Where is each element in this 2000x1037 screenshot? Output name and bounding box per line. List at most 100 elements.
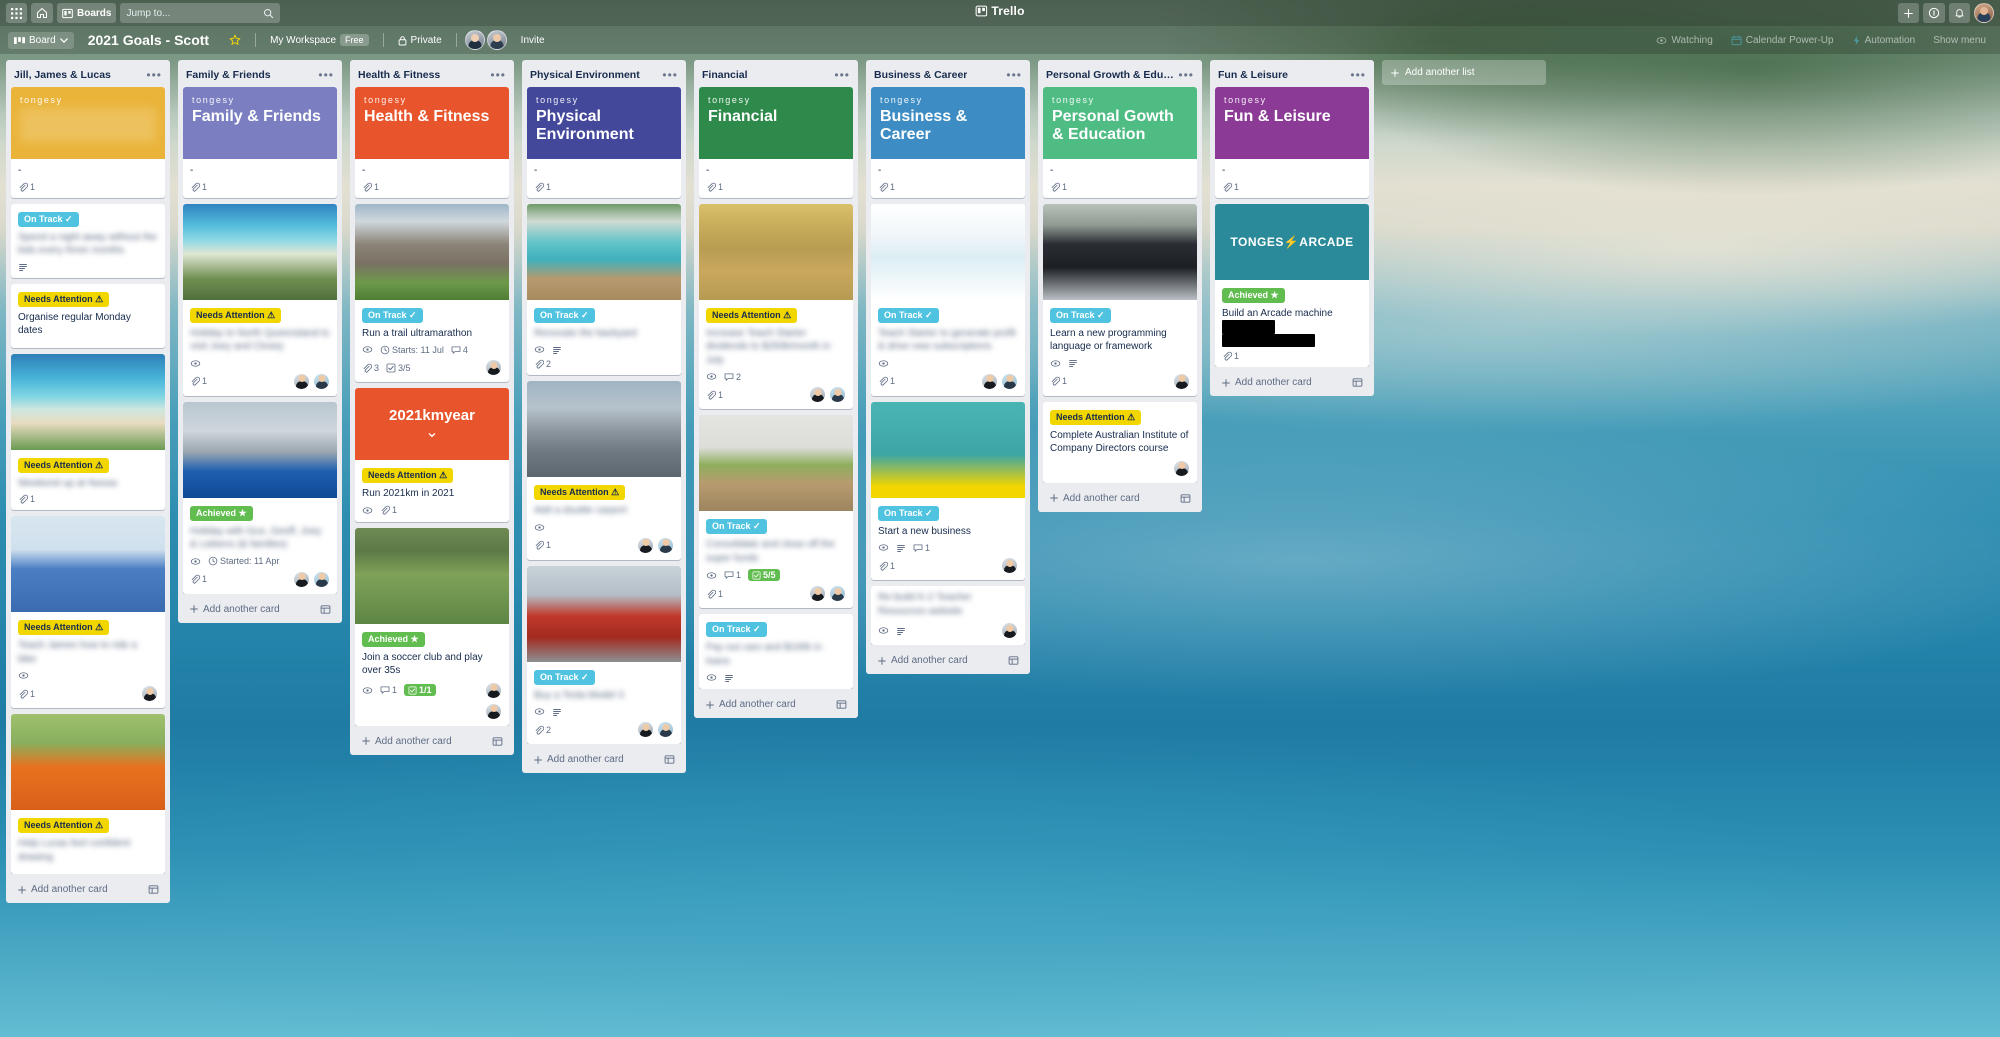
avatar[interactable]	[981, 372, 998, 390]
card[interactable]: Achieved ★ Holiday with Gus, Geoff, Joey …	[183, 401, 337, 594]
add-card-button[interactable]: Add another card	[1043, 487, 1197, 510]
avatar[interactable]	[313, 372, 330, 390]
apps-grid-icon[interactable]	[6, 3, 27, 23]
card[interactable]: tongesy Fun & Leisure -1	[1215, 87, 1369, 198]
card[interactable]: tongesy Family & Friends -1	[183, 87, 337, 198]
card[interactable]: Re-build K-2 Teacher Resources website	[871, 586, 1025, 645]
card[interactable]: Needs Attention ⚠ Help Lucas feel confide…	[11, 714, 165, 874]
card-label[interactable]: Achieved ★	[190, 505, 253, 521]
card-label[interactable]: Needs Attention ⚠	[18, 291, 110, 307]
avatar[interactable]	[829, 585, 846, 602]
card[interactable]: Needs Attention ⚠ Add a double carport 1	[527, 381, 681, 560]
card[interactable]: TONGES⚡ARCADE Achieved ★ Build an Arcade m…	[1215, 203, 1369, 367]
info-icon[interactable]	[1923, 3, 1945, 23]
list-menu-icon[interactable]: •••	[1178, 69, 1194, 81]
card-label[interactable]: Needs Attention ⚠	[18, 818, 110, 833]
workspace-button[interactable]: My Workspace Free	[264, 31, 374, 49]
card[interactable]: On Track ✓ Start a new business 1 1	[871, 401, 1025, 580]
list-menu-icon[interactable]: •••	[146, 69, 162, 81]
avatar[interactable]	[293, 372, 310, 390]
card[interactable]: On Track ✓ Consolidate and close off the …	[699, 415, 853, 608]
add-card-button[interactable]: Add another card	[699, 693, 853, 716]
card[interactable]: Needs Attention ⚠ Organise regular Monday…	[11, 283, 165, 348]
show-menu-button[interactable]: Show menu	[1927, 32, 1992, 49]
card[interactable]: Needs Attention ⚠ Holiday to North Queens…	[183, 203, 337, 396]
card[interactable]: 2021kmyear ⌄ Needs Attention ⚠ Run 2021km i…	[355, 388, 509, 522]
avatar[interactable]	[1173, 372, 1190, 390]
card[interactable]: tongesy -1	[11, 87, 165, 198]
visibility-button[interactable]: Private	[392, 32, 448, 49]
card[interactable]: On Track ✓ Renovate the backyard 2	[527, 203, 681, 375]
card[interactable]: tongesy Physical Environment -1	[527, 87, 681, 198]
avatar[interactable]	[1001, 557, 1018, 574]
card[interactable]: Achieved ★ Join a soccer club and play ov…	[355, 527, 509, 726]
card-label[interactable]: On Track ✓	[1050, 307, 1111, 323]
card-label[interactable]: On Track ✓	[534, 669, 595, 685]
watching-button[interactable]: Watching	[1650, 32, 1718, 49]
card-label[interactable]: Needs Attention ⚠	[706, 307, 798, 323]
card-label[interactable]: Needs Attention ⚠	[1050, 409, 1142, 425]
list-menu-icon[interactable]: •••	[1006, 69, 1022, 81]
star-icon[interactable]	[223, 31, 247, 49]
avatar[interactable]	[637, 721, 654, 738]
list-menu-icon[interactable]: •••	[318, 69, 334, 81]
card-label[interactable]: Achieved ★	[362, 631, 425, 647]
due-date-badge[interactable]: Starts: 11 Jul	[380, 345, 444, 355]
avatar[interactable]	[485, 681, 502, 699]
card[interactable]: tongesy Financial -1	[699, 87, 853, 198]
list-menu-icon[interactable]: •••	[834, 69, 850, 81]
card[interactable]: Needs Attention ⚠ Increase Teach Starter …	[699, 203, 853, 409]
card[interactable]: On Track ✓ Spend a night away without the…	[11, 203, 165, 278]
card[interactable]: On Track ✓ Learn a new programming langua…	[1043, 203, 1197, 396]
avatar[interactable]	[1001, 622, 1018, 639]
card[interactable]: On Track ✓ Pay out cars and $100k in loan…	[699, 614, 853, 689]
avatar[interactable]	[809, 386, 826, 403]
add-card-button[interactable]: Add another card	[355, 730, 509, 753]
search-input[interactable]: Jump to...	[120, 3, 281, 23]
avatar[interactable]	[829, 386, 846, 403]
card-label[interactable]: Needs Attention ⚠	[190, 307, 282, 323]
card[interactable]: Needs Attention ⚠ Weekend up at Noosa 1	[11, 353, 165, 510]
member-avatar[interactable]	[486, 30, 507, 50]
avatar[interactable]	[313, 570, 330, 588]
boards-button[interactable]: Boards	[57, 3, 117, 23]
avatar[interactable]	[293, 570, 310, 588]
card[interactable]: tongesy Business & Career -1	[871, 87, 1025, 198]
card[interactable]: Needs Attention ⚠ Complete Australian Ins…	[1043, 401, 1197, 483]
board-members[interactable]	[464, 30, 507, 50]
avatar[interactable]	[657, 721, 674, 738]
plus-icon[interactable]	[1898, 3, 1919, 23]
card-label[interactable]: On Track ✓	[362, 307, 423, 323]
home-icon[interactable]	[31, 3, 53, 23]
automation-button[interactable]: Automation	[1846, 32, 1922, 49]
card-label[interactable]: On Track ✓	[878, 307, 939, 323]
avatar[interactable]	[485, 359, 502, 376]
member-avatar[interactable]	[464, 30, 485, 50]
invite-button[interactable]: Invite	[515, 32, 551, 49]
card[interactable]: tongesy Personal Gowth & Education -1	[1043, 87, 1197, 198]
card[interactable]: On Track ✓ Buy a Tesla Model 3 2	[527, 565, 681, 744]
page-title[interactable]: 2021 Goals - Scott	[82, 30, 215, 50]
calendar-powerup-button[interactable]: Calendar Power-Up	[1725, 32, 1840, 49]
card-label[interactable]: On Track ✓	[18, 211, 79, 227]
due-date-badge[interactable]: Started: 11 Apr	[208, 556, 279, 566]
list-menu-icon[interactable]: •••	[662, 69, 678, 81]
avatar[interactable]	[657, 536, 674, 554]
add-card-button[interactable]: Add another card	[1215, 371, 1369, 394]
card-label[interactable]: On Track ✓	[706, 519, 767, 534]
add-card-button[interactable]: Add another card	[871, 649, 1025, 672]
card-label[interactable]: On Track ✓	[534, 307, 595, 323]
avatar[interactable]	[809, 585, 826, 602]
bell-icon[interactable]	[1949, 3, 1970, 23]
card-label[interactable]: Needs Attention ⚠	[18, 620, 110, 635]
card-label[interactable]: Needs Attention ⚠	[362, 468, 454, 483]
add-card-button[interactable]: Add another card	[527, 748, 681, 771]
card[interactable]: On Track ✓ Run a trail ultramarathon Start…	[355, 203, 509, 382]
card-label[interactable]: On Track ✓	[706, 622, 767, 637]
add-card-button[interactable]: Add another card	[11, 878, 165, 901]
board-view-switcher[interactable]: Board	[8, 31, 74, 49]
user-avatar[interactable]	[1974, 3, 1994, 23]
avatar[interactable]	[637, 536, 654, 554]
card[interactable]: Needs Attention ⚠ Teach James how to ride…	[11, 516, 165, 708]
avatar[interactable]	[1001, 372, 1018, 390]
